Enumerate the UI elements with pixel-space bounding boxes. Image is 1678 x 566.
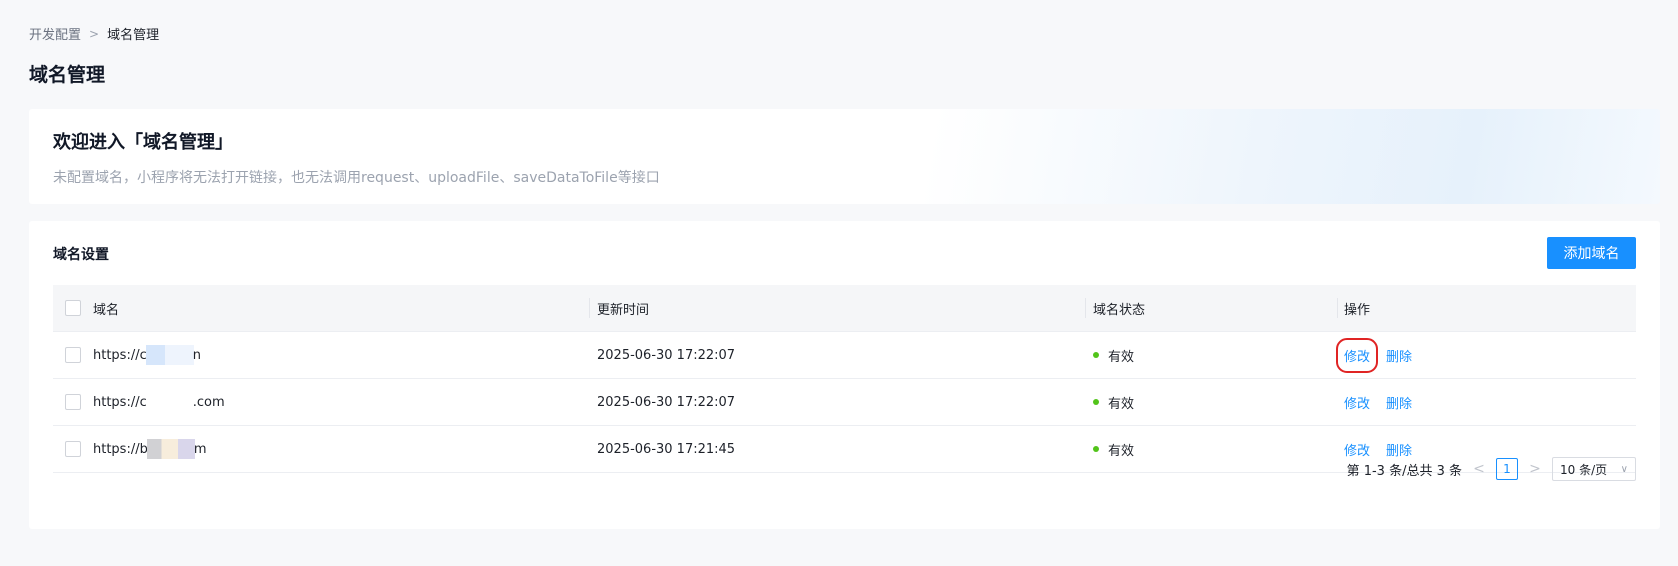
breadcrumb-separator: > (89, 26, 100, 41)
edit-link[interactable]: 修改 (1335, 337, 1379, 373)
edit-link[interactable]: 修改 (1344, 440, 1370, 459)
domain-cell: https://c .com (93, 379, 589, 425)
row-checkbox[interactable] (65, 347, 81, 363)
prev-page-icon[interactable]: < (1472, 461, 1486, 477)
chevron-down-icon: ∨ (1620, 463, 1628, 475)
page-size-select[interactable]: 10 条/页 ∨ (1552, 457, 1636, 481)
next-page-icon[interactable]: > (1528, 461, 1542, 477)
select-all-checkbox[interactable] (65, 300, 81, 316)
domain-suffix: .com (192, 394, 225, 410)
current-page-button[interactable]: 1 (1496, 458, 1518, 480)
domain-cell: https://b m (93, 426, 589, 472)
welcome-title: 欢迎进入「域名管理」 (53, 132, 233, 153)
status-dot-icon (1093, 352, 1099, 358)
breadcrumb-parent[interactable]: 开发配置 (29, 24, 81, 43)
breadcrumb-current: 域名管理 (107, 28, 160, 43)
domain-suffix: n (192, 347, 201, 363)
table-row: https://c .com 2025-06-30 17:22:07 有效 修改 … (53, 379, 1636, 426)
ops-cell: 修改 删除 (1337, 379, 1636, 425)
delete-link[interactable]: 删除 (1386, 346, 1412, 365)
updated-cell: 2025-06-30 17:22:07 (597, 394, 736, 410)
header-ops: 操作 (1337, 285, 1636, 331)
page-title: 域名管理 (29, 64, 106, 86)
pagination: 第 1-3 条/总共 3 条 < 1 > 10 条/页 ∨ (1347, 457, 1636, 481)
row-checkbox[interactable] (65, 394, 81, 410)
header-domain: 域名 (93, 302, 120, 318)
table-header-row: 域名 更新时间 域名状态 操作 (53, 285, 1636, 332)
pagination-summary: 第 1-3 条/总共 3 条 (1346, 463, 1462, 479)
domain-prefix: https://b (93, 441, 148, 457)
header-checkbox-cell (53, 285, 93, 331)
welcome-description: 未配置域名，小程序将无法打开链接，也无法调用request、uploadFile… (53, 170, 660, 186)
status-text: 有效 (1108, 349, 1135, 365)
domain-prefix: https://c (93, 394, 147, 410)
updated-cell: 2025-06-30 17:22:07 (597, 347, 736, 363)
redacted-mask (145, 345, 194, 365)
redacted-mask (145, 392, 194, 412)
header-status: 域名状态 (1085, 285, 1337, 331)
domain-prefix: https://c (93, 347, 147, 363)
status-cell: 有效 (1085, 332, 1337, 378)
ops-cell: 修改 删除 (1335, 332, 1636, 378)
row-checkbox[interactable] (65, 441, 81, 457)
delete-link[interactable]: 删除 (1386, 440, 1412, 459)
status-dot-icon (1093, 399, 1099, 405)
status-text: 有效 (1108, 443, 1135, 459)
domain-cell: https://c n (93, 332, 589, 378)
domain-suffix: m (193, 441, 207, 457)
redacted-mask (146, 439, 195, 459)
breadcrumb: 开发配置 > 域名管理 (29, 24, 160, 44)
table-row: https://c n 2025-06-30 17:22:07 有效 修改 删除 (53, 332, 1636, 379)
domain-table: 域名 更新时间 域名状态 操作 https://c n 2025-06-30 17… (53, 285, 1636, 473)
welcome-card: 欢迎进入「域名管理」 未配置域名，小程序将无法打开链接，也无法调用request… (29, 109, 1660, 204)
section-title: 域名设置 (53, 247, 109, 263)
edit-link[interactable]: 修改 (1344, 393, 1370, 412)
status-cell: 有效 (1085, 426, 1337, 472)
header-updated: 更新时间 (589, 285, 1085, 331)
status-dot-icon (1093, 446, 1099, 452)
add-domain-button[interactable]: 添加域名 (1547, 237, 1636, 269)
status-text: 有效 (1108, 396, 1135, 412)
domain-settings-card: 域名设置 添加域名 域名 更新时间 域名状态 操作 https://c n 202… (29, 221, 1660, 529)
updated-cell: 2025-06-30 17:21:45 (597, 441, 736, 457)
delete-link[interactable]: 删除 (1386, 393, 1412, 412)
status-cell: 有效 (1085, 379, 1337, 425)
page-size-value: 10 条/页 (1560, 462, 1608, 477)
